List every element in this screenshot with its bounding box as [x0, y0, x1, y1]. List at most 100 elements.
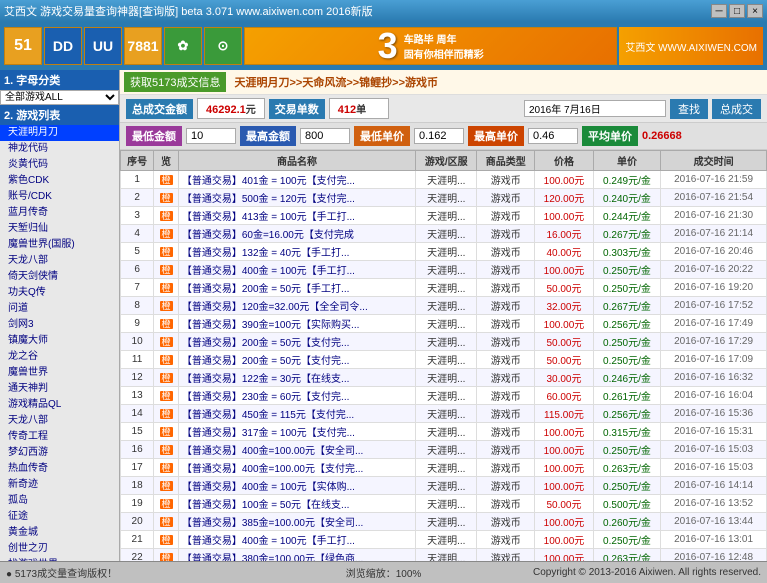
sidebar-item-zhenmo[interactable]: 镇魔大师 [0, 333, 119, 349]
table-row[interactable]: 22橙【普通交易】380金=100.00元【绿色商...天涯明...游戏币100… [121, 549, 767, 562]
sidebar-item-tianlong2[interactable]: 天龙八部 [0, 413, 119, 429]
table-row[interactable]: 17橙【普通交易】400金=100.00元【支付完...天涯明...游戏币100… [121, 459, 767, 477]
table-row[interactable]: 4橙【普通交易】60金=16.00元【支付完成天涯明...游戏币16.00元0.… [121, 225, 767, 243]
query-button[interactable]: 查找 [670, 99, 708, 119]
max-price-input[interactable] [300, 128, 350, 144]
sidebar-section-gamelist[interactable]: 2. 游戏列表 [0, 105, 119, 125]
sidebar-item-huangjin[interactable]: 黄金城 [0, 525, 119, 541]
table-row[interactable]: 9橙【普通交易】390金=100元【实际购买...天涯明...游戏币100.00… [121, 315, 767, 333]
nav-btn-51[interactable]: 51 [4, 27, 42, 65]
min-price-input[interactable] [186, 128, 236, 144]
table-row[interactable]: 15橙【普通交易】317金 = 100元【支付完...天涯明...游戏币100.… [121, 423, 767, 441]
min-price-label: 最低金额 [126, 126, 182, 146]
sidebar: 1. 字母分类 全部游戏ALL 2. 游戏列表 天涯明月刀 神龙代码 炎黄代码 … [0, 70, 120, 561]
table-row[interactable]: 3橙【普通交易】413金 = 100元【手工打...天涯明...游戏币100.0… [121, 207, 767, 225]
avg-label: 平均单价 [582, 126, 638, 146]
col-unit: 单价 [593, 151, 660, 171]
nav-btn-github[interactable]: ⊙ [204, 27, 242, 65]
table-row[interactable]: 2橙【普通交易】500金 = 120元【支付完...天涯明...游戏币120.0… [121, 189, 767, 207]
sidebar-item-yitian[interactable]: 倚天剑侠情 [0, 269, 119, 285]
max-price-label: 最高金额 [240, 126, 296, 146]
statsbar: 总成交金额 46292.1元 交易单数 412单 查找 总成交 [120, 95, 767, 123]
sidebar-item-tianlong[interactable]: 天龙八部 [0, 253, 119, 269]
sidebar-item-menghuan[interactable]: 梦幻西游 [0, 445, 119, 461]
table-row[interactable]: 19橙【普通交易】100金 = 50元【在线支...天涯明...游戏币50.00… [121, 495, 767, 513]
sidebar-item-wendao[interactable]: 问道 [0, 301, 119, 317]
total-value: 46292.1元 [197, 98, 265, 119]
sidebar-item-tongtian[interactable]: 通天神判 [0, 381, 119, 397]
sidebar-item-shenlong[interactable]: 神龙代码 [0, 141, 119, 157]
table-row[interactable]: 14橙【普通交易】450金 = 115元【支付完...天涯明...游戏币115.… [121, 405, 767, 423]
table-header-row: 序号 览 商品名称 游戏/区服 商品类型 价格 单价 成交时间 [121, 151, 767, 171]
col-time: 成交时间 [661, 151, 767, 171]
window-controls: ─ □ × [711, 4, 763, 18]
table-row[interactable]: 6橙【普通交易】400金 = 100元【手工打...天涯明...游戏币100.0… [121, 261, 767, 279]
minimize-button[interactable]: ─ [711, 4, 727, 18]
sidebar-item-jianwang3[interactable]: 剑网3 [0, 317, 119, 333]
total-label: 总成交金额 [126, 99, 193, 119]
nav-btn-7881[interactable]: 7881 [124, 27, 162, 65]
sidebar-item-rexue[interactable]: 热血传奇 [0, 461, 119, 477]
maximize-button[interactable]: □ [729, 4, 745, 18]
sidebar-section-alphabet[interactable]: 1. 字母分类 [0, 70, 119, 90]
table-row[interactable]: 10橙【普通交易】200金 = 50元【支付完...天涯明...游戏币50.00… [121, 333, 767, 351]
sidebar-item-xinqiji[interactable]: 新奇迹 [0, 477, 119, 493]
sidebar-item-youxiql[interactable]: 游戏精品QL [0, 397, 119, 413]
statusbar: ● 5173成交量查询版权！ 浏览缩放：100% Copyright © 201… [0, 561, 767, 583]
sidebar-item-zhengtu[interactable]: 征途 [0, 509, 119, 525]
date-input[interactable] [524, 100, 666, 117]
sidebar-item-yanhuang[interactable]: 炎黄代码 [0, 157, 119, 173]
table-row[interactable]: 5橙【普通交易】132金 = 40元【手工打...天涯明...游戏币40.00元… [121, 243, 767, 261]
table-row[interactable]: 12橙【普通交易】122金 = 30元【在线支...天涯明...游戏币30.00… [121, 369, 767, 387]
table-row[interactable]: 16橙【普通交易】400金=100.00元【安全司...天涯明...游戏币100… [121, 441, 767, 459]
summary-button[interactable]: 总成交 [712, 99, 761, 119]
table-row[interactable]: 20橙【普通交易】385金=100.00元【安全司...天涯明...游戏币100… [121, 513, 767, 531]
sidebar-item-zise[interactable]: 紫色CDK [0, 173, 119, 189]
close-button[interactable]: × [747, 4, 763, 18]
navbar: 51 DD UU 7881 ✿ ⊙ 3 车路毕 周年 固有你相伴而精彩 艾西文 … [0, 22, 767, 70]
trades-table: 序号 览 商品名称 游戏/区服 商品类型 价格 单价 成交时间 1橙【普通交易】… [120, 150, 767, 561]
sidebar-item-tianjian[interactable]: 天堑归仙 [0, 221, 119, 237]
sidebar-item-moushouzj2[interactable]: 魔兽世界 [0, 365, 119, 381]
sidebar-item-gongfu[interactable]: 功夫Q传 [0, 285, 119, 301]
col-game: 游戏/区服 [416, 151, 477, 171]
table-row[interactable]: 21橙【普通交易】400金 = 100元【手工打...天涯明...游戏币100.… [121, 531, 767, 549]
sidebar-item-chuangshi[interactable]: 创世之刃 [0, 541, 119, 557]
table-row[interactable]: 18橙【普通交易】400金 = 100元【实体购...天涯明...游戏币100.… [121, 477, 767, 495]
sidebar-item-gudao[interactable]: 孤岛 [0, 493, 119, 509]
banner-num: 3 [378, 27, 398, 65]
sidebar-item-moshouzj[interactable]: 魔兽世界(国服) [0, 237, 119, 253]
nav-banner: 3 车路毕 周年 固有你相伴而精彩 [244, 27, 617, 65]
table-container: 序号 览 商品名称 游戏/区服 商品类型 价格 单价 成交时间 1橙【普通交易】… [120, 150, 767, 561]
table-row[interactable]: 11橙【普通交易】200金 = 50元【支付完...天涯明...游戏币50.00… [121, 351, 767, 369]
max-unit-input[interactable] [528, 128, 578, 144]
copyright-text: Copyright © 2013-2016 Aixiwen. All right… [429, 567, 761, 578]
col-price: 价格 [535, 151, 594, 171]
breadcrumb: 天涯明月刀>>天命风流>>锦鲤抄>>游戏币 [230, 74, 763, 90]
table-row[interactable]: 13橙【普通交易】230金 = 60元【支付完...天涯明...游戏币60.00… [121, 387, 767, 405]
sidebar-item-longgz[interactable]: 龙之谷 [0, 349, 119, 365]
nav-btn-uu[interactable]: UU [84, 27, 122, 65]
table-row[interactable]: 7橙【普通交易】200金 = 50元【手工打...天涯明...游戏币50.00元… [121, 279, 767, 297]
table-row[interactable]: 8橙【普通交易】120金=32.00元【全全司令...天涯明...游戏币32.0… [121, 297, 767, 315]
main-area: 1. 字母分类 全部游戏ALL 2. 游戏列表 天涯明月刀 神龙代码 炎黄代码 … [0, 70, 767, 561]
max-unit-label: 最高单价 [468, 126, 524, 146]
col-seq: 序号 [121, 151, 154, 171]
table-body: 1橙【普通交易】401金 = 100元【支付完...天涯明...游戏币100.0… [121, 171, 767, 562]
sidebar-item-tianya[interactable]: 天涯明月刀 [0, 125, 119, 141]
zoom-level: 浏览缩放：100% [346, 565, 422, 580]
min-unit-input[interactable] [414, 128, 464, 144]
banner-desc: 固有你相伴而精彩 [404, 46, 484, 61]
sidebar-item-lanyue[interactable]: 蓝月传奇 [0, 205, 119, 221]
nav-btn-flower[interactable]: ✿ [164, 27, 202, 65]
title-text: 艾西文 游戏交易量查询神器[查询版] beta 3.071 www.aixiwe… [4, 3, 373, 19]
all-games-select[interactable]: 全部游戏ALL [0, 90, 119, 105]
nav-btn-dd[interactable]: DD [44, 27, 82, 65]
sidebar-item-zhanghao[interactable]: 账号/CDK [0, 189, 119, 205]
min-unit-label: 最低单价 [354, 126, 410, 146]
table-row[interactable]: 1橙【普通交易】401金 = 100元【支付完...天涯明...游戏币100.0… [121, 171, 767, 189]
sidebar-item-zhaoyouxi[interactable]: 找游戏世界 [0, 557, 119, 561]
col-name: 商品名称 [178, 151, 415, 171]
fetch-button[interactable]: 获取5173成交信息 [124, 72, 226, 92]
sidebar-item-chuanqi[interactable]: 传奇工程 [0, 429, 119, 445]
